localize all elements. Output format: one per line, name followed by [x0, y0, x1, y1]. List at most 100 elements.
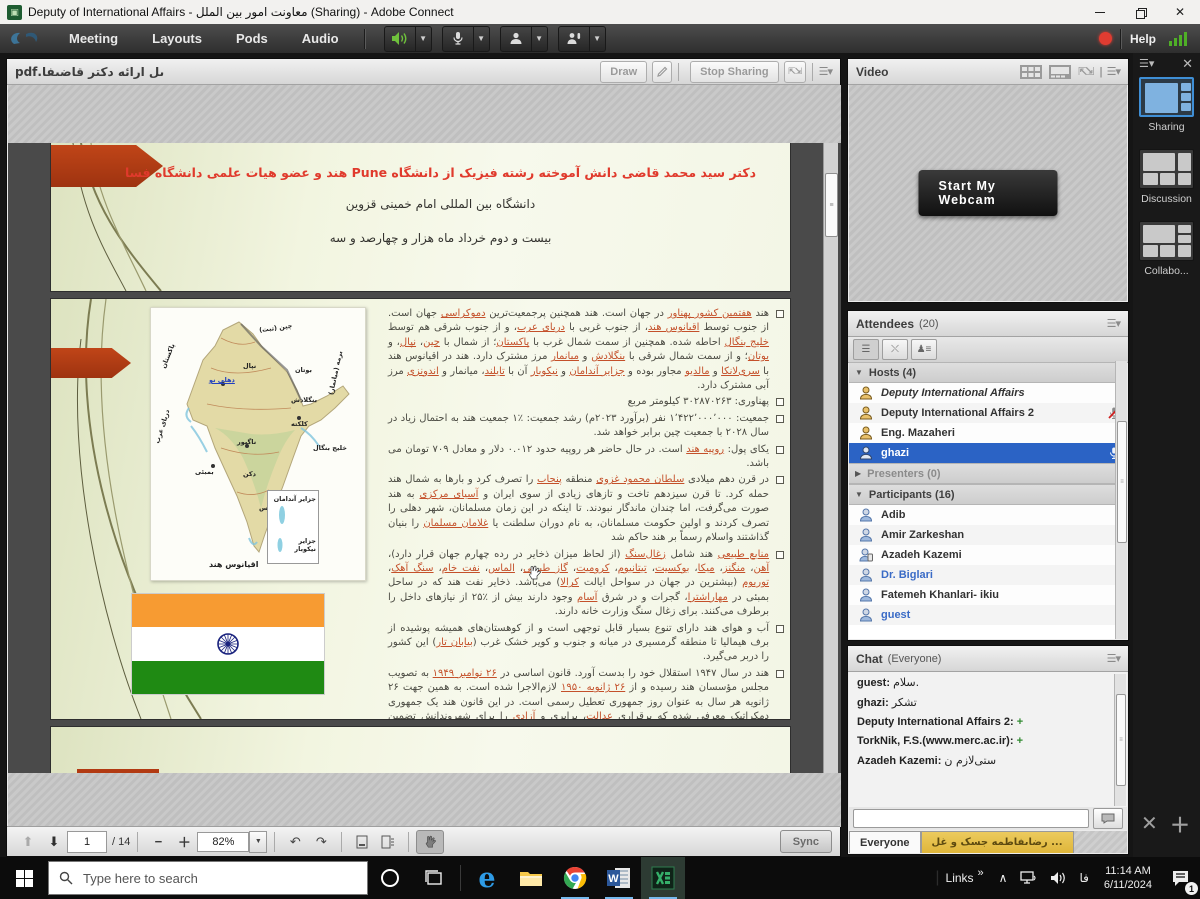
attendee-name: Amir Zarkeshan	[881, 529, 964, 541]
links-expand-chevron[interactable]: »	[978, 867, 984, 879]
close-button[interactable]: ✕	[1160, 1, 1200, 24]
page-down-button[interactable]: ⬇	[41, 831, 67, 853]
filmstrip-view-icon[interactable]	[1020, 65, 1042, 79]
fit-page-icon	[356, 835, 368, 849]
draw-button[interactable]: Draw	[600, 61, 647, 83]
hidden-icons-chevron[interactable]: ∧	[999, 871, 1008, 885]
taskbar-clock[interactable]: 11:14 AM 6/11/2024	[1104, 864, 1152, 892]
excel-taskbar-button[interactable]	[641, 857, 685, 899]
network-icon[interactable]	[1020, 871, 1038, 885]
chat-tab-private[interactable]: ... رضاىفاطمه جسک و غل	[921, 831, 1074, 853]
presenters-section-header[interactable]: ▶Presenters (0)	[849, 463, 1127, 484]
chat-scrollbar[interactable]: ≡	[1114, 674, 1126, 806]
attendee-row[interactable]: Deputy International Affairs 2	[849, 403, 1127, 423]
chat-message-input[interactable]	[853, 809, 1089, 828]
edge-taskbar-button[interactable]: e	[465, 857, 509, 899]
layouts-menu-icon[interactable]: ☰▾	[1139, 57, 1154, 70]
cortana-button[interactable]	[368, 857, 412, 899]
scrollbar-thumb[interactable]: ≡	[825, 173, 838, 237]
minimize-button[interactable]	[1080, 1, 1120, 24]
attendees-scrollbar[interactable]: ≡	[1115, 361, 1127, 639]
scrollbar-thumb[interactable]: ≡	[1116, 694, 1126, 786]
word-taskbar-button[interactable]: W	[597, 857, 641, 899]
menu-audio[interactable]: Audio	[285, 24, 356, 53]
pod-options-menu-icon[interactable]: ☰▾	[819, 65, 832, 78]
links-toolbar[interactable]: Links	[946, 871, 974, 885]
menu-meeting[interactable]: Meeting	[52, 24, 135, 53]
attendees-pod-options-menu-icon[interactable]: ☰▾	[1107, 317, 1120, 330]
participants-section-header[interactable]: ▼Participants (16)	[849, 484, 1127, 505]
volume-icon[interactable]	[1050, 871, 1066, 885]
speaker-button[interactable]	[384, 26, 416, 52]
page-up-button[interactable]: ⬆	[15, 831, 41, 853]
chat-pod-options-menu-icon[interactable]: ☰▾	[1107, 652, 1120, 665]
fit-page-button[interactable]	[349, 831, 375, 853]
layout-thumbnail-discussion[interactable]	[1139, 149, 1194, 189]
chrome-taskbar-button[interactable]	[553, 857, 597, 899]
india-map: پاکستان چین (تبت) نپال بوتان برمه (میانم…	[150, 307, 366, 581]
rotate-left-button[interactable]: ↶	[282, 831, 308, 853]
microphone-button[interactable]	[442, 26, 474, 52]
attendee-row[interactable]: Adib	[849, 505, 1127, 525]
sync-button[interactable]: Sync	[780, 830, 832, 853]
stop-sharing-button[interactable]: Stop Sharing	[690, 61, 778, 83]
attendee-row[interactable]: Fatemeh Khanlari- ikiu	[849, 585, 1127, 605]
file-explorer-taskbar-button[interactable]	[509, 857, 553, 899]
attendee-row[interactable]: Eng. Mazaheri	[849, 423, 1127, 443]
attendee-row[interactable]: guest	[849, 605, 1127, 625]
attendee-status-view-button[interactable]: ♟≡	[911, 339, 937, 360]
layouts-close-icon[interactable]: ✕	[1182, 56, 1193, 72]
pointer-pen-button[interactable]	[652, 61, 672, 83]
fit-width-button[interactable]	[375, 831, 401, 853]
pan-hand-tool-button[interactable]	[416, 830, 444, 854]
bullet-text: آب و هوای هند دارای تنوع بسیار قابل توجه…	[388, 623, 769, 663]
zoom-dropdown[interactable]: ▼	[249, 831, 267, 853]
start-button[interactable]	[0, 857, 48, 899]
restore-button[interactable]	[1120, 1, 1160, 24]
page-number-input[interactable]	[67, 831, 107, 853]
raise-hand-status-button[interactable]	[558, 26, 590, 52]
document-scrollbar[interactable]: ≡	[823, 143, 838, 773]
attendee-row[interactable]: Dr. Biglari	[849, 565, 1127, 585]
action-center-button[interactable]: 1	[1160, 857, 1200, 899]
rotate-right-button[interactable]: ↷	[308, 831, 334, 853]
language-indicator[interactable]: فا	[1079, 871, 1088, 885]
raise-hand-dropdown[interactable]: ▼	[590, 26, 606, 52]
zoom-in-button[interactable]: ＋	[171, 831, 197, 853]
grid-view-icon[interactable]	[1049, 65, 1071, 79]
webcam-dropdown[interactable]: ▼	[532, 26, 548, 52]
start-webcam-button[interactable]: Start My Webcam	[919, 170, 1058, 216]
chrome-icon	[563, 866, 587, 890]
chat-message: guest: سلام.	[849, 672, 1127, 692]
attendee-row[interactable]: Amir Zarkeshan	[849, 525, 1127, 545]
document-viewer[interactable]: دکتر سید محمد قاضی دانش آموخته رشته فیزی…	[8, 143, 841, 773]
video-fullscreen-icon[interactable]: ⇱⇲	[1078, 65, 1092, 78]
chat-tab-everyone[interactable]: Everyone	[849, 831, 921, 853]
pod-close-icon[interactable]: ✕	[1141, 811, 1158, 836]
attendee-row-selected[interactable]: ghazi	[849, 443, 1127, 463]
hosts-section-header[interactable]: ▼Hosts (4)	[849, 362, 1127, 383]
scrollbar-thumb[interactable]: ≡	[1117, 421, 1127, 543]
help-menu[interactable]: Help	[1130, 32, 1156, 46]
toolbar-divider	[408, 832, 409, 852]
attendee-row[interactable]: Deputy International Affairs	[849, 383, 1127, 403]
zoom-out-button[interactable]: −	[145, 831, 171, 853]
speaker-dropdown[interactable]: ▼	[416, 26, 432, 52]
menu-layouts[interactable]: Layouts	[135, 24, 219, 53]
attendee-row[interactable]: Azadeh Kazemi	[849, 545, 1127, 565]
pod-add-icon[interactable]: ＋	[1170, 809, 1190, 838]
video-pod-options-menu-icon[interactable]: ☰▾	[1107, 65, 1120, 78]
microphone-dropdown[interactable]: ▼	[474, 26, 490, 52]
attendee-list-view-button[interactable]: ☰	[853, 339, 879, 360]
connection-status-icon[interactable]	[1168, 31, 1190, 47]
layout-thumbnail-sharing[interactable]	[1139, 77, 1194, 117]
webcam-button[interactable]	[500, 26, 532, 52]
send-message-button[interactable]	[1093, 808, 1123, 829]
taskbar-search[interactable]: Type here to search	[48, 861, 368, 895]
menu-pods[interactable]: Pods	[219, 24, 285, 53]
task-view-button[interactable]	[412, 857, 456, 899]
breakout-view-button[interactable]: ⤬	[882, 339, 908, 360]
host-icon	[859, 386, 873, 400]
fullscreen-button[interactable]: ⇱⇲	[784, 61, 806, 83]
layout-thumbnail-collaboration[interactable]	[1139, 221, 1194, 261]
